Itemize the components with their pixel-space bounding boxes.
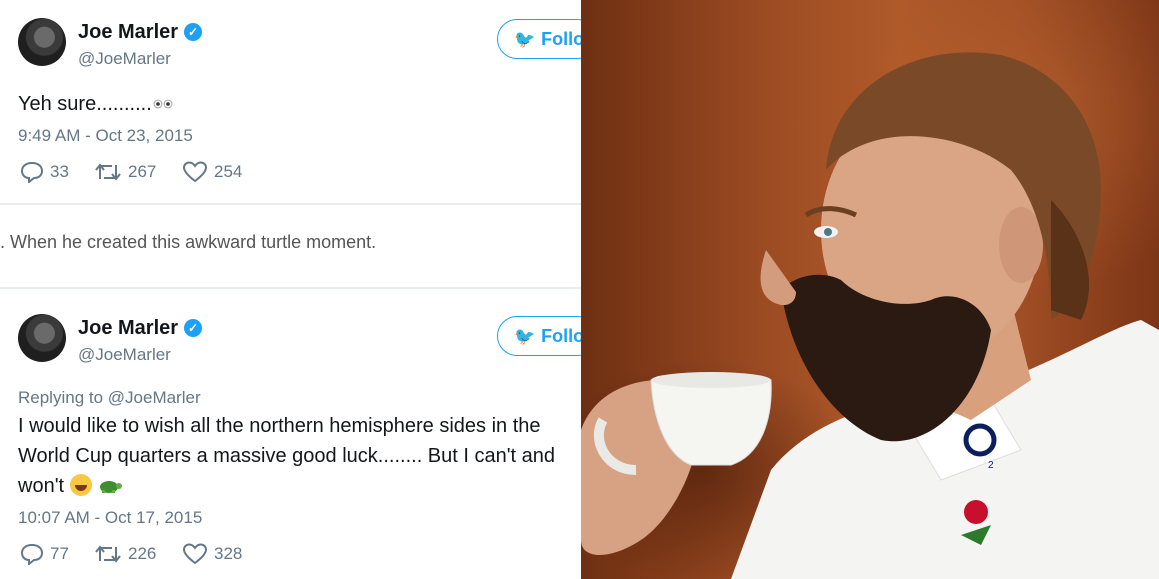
tweet-text-content: Yeh sure.......... <box>18 93 152 115</box>
author-name-text: Joe Marler <box>78 317 179 339</box>
reply-action[interactable]: 77 <box>20 543 69 565</box>
retweet-icon <box>95 545 121 563</box>
tweet-text-line: World Cup quarters a massive good luck..… <box>18 445 556 467</box>
replying-to[interactable]: Replying to @JoeMarler <box>18 388 201 408</box>
reply-icon <box>20 543 44 565</box>
tweet-timestamp[interactable]: 9:49 AM - Oct 23, 2015 <box>18 126 193 146</box>
heart-icon <box>182 161 208 183</box>
reply-icon <box>20 161 44 183</box>
follow-button[interactable]: 🐦 Follow <box>497 316 581 356</box>
svg-text:2: 2 <box>988 460 994 471</box>
reply-action[interactable]: 33 <box>20 161 69 183</box>
reply-count: 77 <box>50 544 69 563</box>
follow-button[interactable]: 🐦 Follow <box>497 19 581 59</box>
author-handle[interactable]: @JoeMarler <box>78 345 171 365</box>
eyes-icon <box>152 89 174 119</box>
author-handle[interactable]: @JoeMarler <box>78 49 171 69</box>
retweet-action[interactable]: 267 <box>94 161 156 183</box>
follow-label: Follow <box>541 326 581 346</box>
like-count: 254 <box>214 162 243 181</box>
grinning-face-icon <box>69 474 92 496</box>
author-name[interactable]: Joe Marler ✓ <box>78 21 203 44</box>
article-caption: . When he created this awkward turtle mo… <box>0 232 377 252</box>
tweet-text-content: won't <box>18 475 65 497</box>
reply-count: 33 <box>50 162 69 181</box>
heart-icon <box>182 543 208 565</box>
photo-illustration: 2 <box>581 52 1159 579</box>
tweet-collage-panel: Joe Marler ✓ @JoeMarler 🐦 Follow Yeh sure.… <box>0 0 581 579</box>
tweet-timestamp[interactable]: 10:07 AM - Oct 17, 2015 <box>18 508 202 528</box>
twitter-bird-icon: 🐦 <box>514 30 536 49</box>
author-name-text: Joe Marler <box>78 21 179 43</box>
follow-label: Follow <box>541 29 581 49</box>
avatar[interactable] <box>18 314 66 362</box>
tweet-text: Yeh sure.......... <box>18 89 174 119</box>
divider <box>0 203 581 205</box>
like-action[interactable]: 254 <box>182 161 242 183</box>
retweet-action[interactable]: 226 <box>94 543 156 565</box>
tweet-text-line: I would like to wish all the northern he… <box>18 415 541 437</box>
player-photo: 2 <box>581 0 1159 579</box>
retweet-count: 226 <box>128 544 157 563</box>
retweet-count: 267 <box>128 162 157 181</box>
verified-badge-icon: ✓ <box>184 319 203 337</box>
tweet-text-line: won't <box>18 471 123 501</box>
twitter-bird-icon: 🐦 <box>514 327 536 346</box>
author-name[interactable]: Joe Marler ✓ <box>78 317 203 340</box>
retweet-icon <box>95 163 121 181</box>
avatar[interactable] <box>18 18 66 66</box>
turtle-icon <box>100 481 123 493</box>
like-action[interactable]: 328 <box>182 543 242 565</box>
divider <box>0 287 581 289</box>
like-count: 328 <box>214 544 243 563</box>
verified-badge-icon: ✓ <box>184 23 203 41</box>
